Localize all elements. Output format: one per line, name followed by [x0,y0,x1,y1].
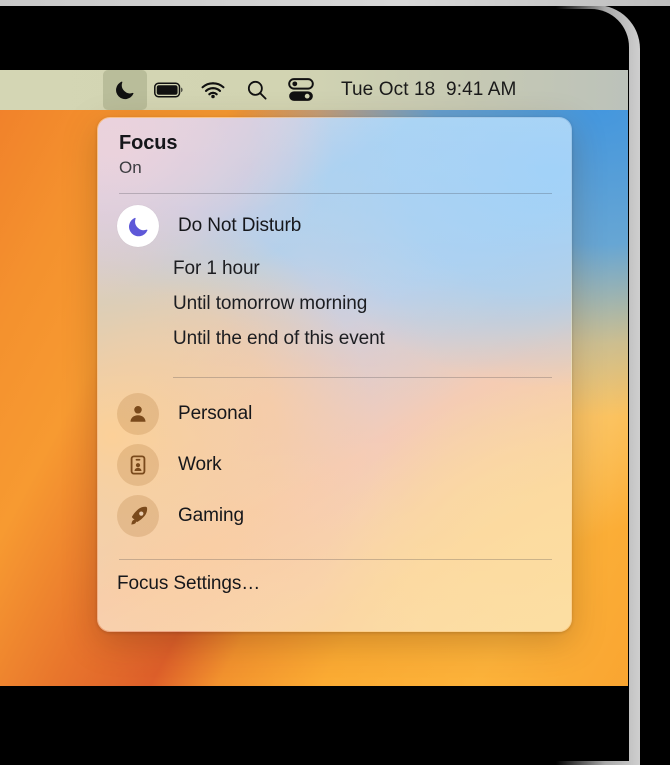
bezel-top-edge [0,0,670,6]
menu-bar: Tue Oct 18 9:41 AM [0,70,628,110]
focus-item-label: Personal [178,403,253,424]
id-badge-icon [117,444,159,486]
person-icon [117,393,159,435]
focus-item-label: Work [178,454,222,475]
focus-item-gaming[interactable]: Gaming [112,494,559,538]
moon-icon [117,205,159,247]
screen: Tue Oct 18 9:41 AM Focus On Do Not Distu… [0,70,628,686]
menubar-control-center-icon[interactable] [279,70,323,110]
separator-middle [173,377,552,378]
focus-item-work[interactable]: Work [112,443,559,487]
timing-option-until-tomorrow-morning[interactable]: Until tomorrow morning [173,292,367,316]
menubar-clock[interactable]: Tue Oct 18 9:41 AM [341,79,516,101]
timing-option-for-1-hour[interactable]: For 1 hour [173,257,260,281]
macbook-device: Tue Oct 18 9:41 AM Focus On Do Not Distu… [0,0,670,765]
rocket-icon [117,495,159,537]
focus-menu-panel: Focus On Do Not Disturb For 1 hour Until… [97,117,572,632]
menubar-wifi-icon[interactable] [191,70,235,110]
focus-menu-content: Focus On Do Not Disturb For 1 hour Until… [98,118,571,631]
focus-item-do-not-disturb[interactable]: Do Not Disturb [112,204,559,248]
menubar-focus-moon-icon[interactable] [103,70,147,110]
focus-item-label: Gaming [178,505,244,526]
menubar-battery-icon[interactable] [147,70,191,110]
focus-item-personal[interactable]: Personal [112,392,559,436]
timing-option-until-end-of-event[interactable]: Until the end of this event [173,327,385,351]
focus-item-label: Do Not Disturb [178,215,302,236]
separator-bottom [119,559,552,560]
menubar-search-icon[interactable] [235,70,279,110]
separator-top [119,193,552,194]
focus-menu-title: Focus [119,132,178,154]
focus-menu-state: On [119,158,142,177]
focus-menu-header: Focus On [119,130,178,179]
focus-settings-menu-item[interactable]: Focus Settings… [117,573,260,595]
